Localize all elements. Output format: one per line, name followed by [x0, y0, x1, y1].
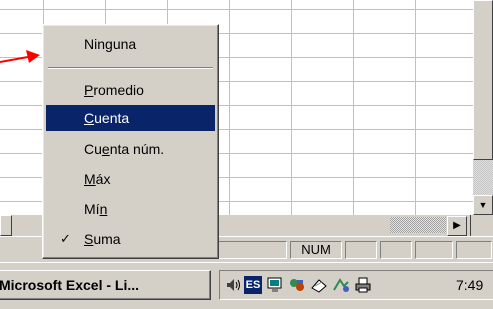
- scanner-icon[interactable]: [310, 276, 328, 294]
- sheet-tab-area[interactable]: [0, 215, 12, 236]
- status-panel: [456, 241, 492, 259]
- speaker-icon[interactable]: [224, 276, 242, 294]
- monitor-icon[interactable]: [266, 276, 284, 294]
- menu-item-promedio[interactable]: Promedio: [46, 77, 215, 103]
- scroll-right-button[interactable]: ▶: [447, 216, 467, 236]
- language-icon[interactable]: ES: [244, 276, 262, 294]
- excel-task-button[interactable]: Microsoft Excel - Li...: [0, 270, 211, 300]
- menu-item-ninguna[interactable]: Ninguna: [46, 31, 215, 57]
- menu-item-label: Máx: [84, 171, 111, 187]
- connection-icon[interactable]: [332, 276, 350, 294]
- status-panel: [415, 241, 453, 259]
- menu-item-label: Promedio: [84, 82, 144, 98]
- num-lock-indicator: NUM: [290, 241, 342, 259]
- menu-item-label: Cuenta núm.: [84, 141, 165, 157]
- autocalculate-context-menu: Ninguna Promedio Cuenta Cuenta núm. Máx …: [42, 24, 219, 259]
- status-panel: [345, 241, 377, 259]
- checkmark-icon: ✓: [60, 231, 71, 246]
- menu-item-label: Ninguna: [84, 36, 137, 52]
- status-panel: [380, 241, 412, 259]
- scroll-down-button[interactable]: ▼: [473, 195, 493, 215]
- printer-icon[interactable]: [354, 276, 372, 294]
- menu-item-min[interactable]: Mín: [46, 196, 215, 222]
- vertical-scroll-thumb[interactable]: [473, 0, 493, 160]
- taskbar: Microsoft Excel - Li... ES 7:49: [0, 262, 493, 309]
- network-icon[interactable]: [288, 276, 306, 294]
- menu-item-max[interactable]: Máx: [46, 166, 215, 192]
- menu-item-label: Mín: [84, 201, 108, 217]
- horizontal-scroll-track[interactable]: [390, 217, 446, 233]
- menu-item-label: Suma: [84, 231, 121, 247]
- menu-item-cuenta-num[interactable]: Cuenta núm.: [46, 136, 215, 162]
- menu-item-suma[interactable]: ✓ Suma: [46, 226, 215, 252]
- scrollbar-corner: [470, 215, 491, 236]
- menu-separator: [48, 67, 213, 69]
- clock[interactable]: 7:49: [456, 276, 483, 294]
- vertical-scrollbar[interactable]: ▼: [473, 0, 493, 215]
- menu-item-label: Cuenta: [84, 110, 130, 126]
- system-tray: ES 7:49: [219, 270, 493, 300]
- menu-item-cuenta[interactable]: Cuenta: [46, 105, 215, 131]
- red-arrow-icon: [0, 50, 40, 63]
